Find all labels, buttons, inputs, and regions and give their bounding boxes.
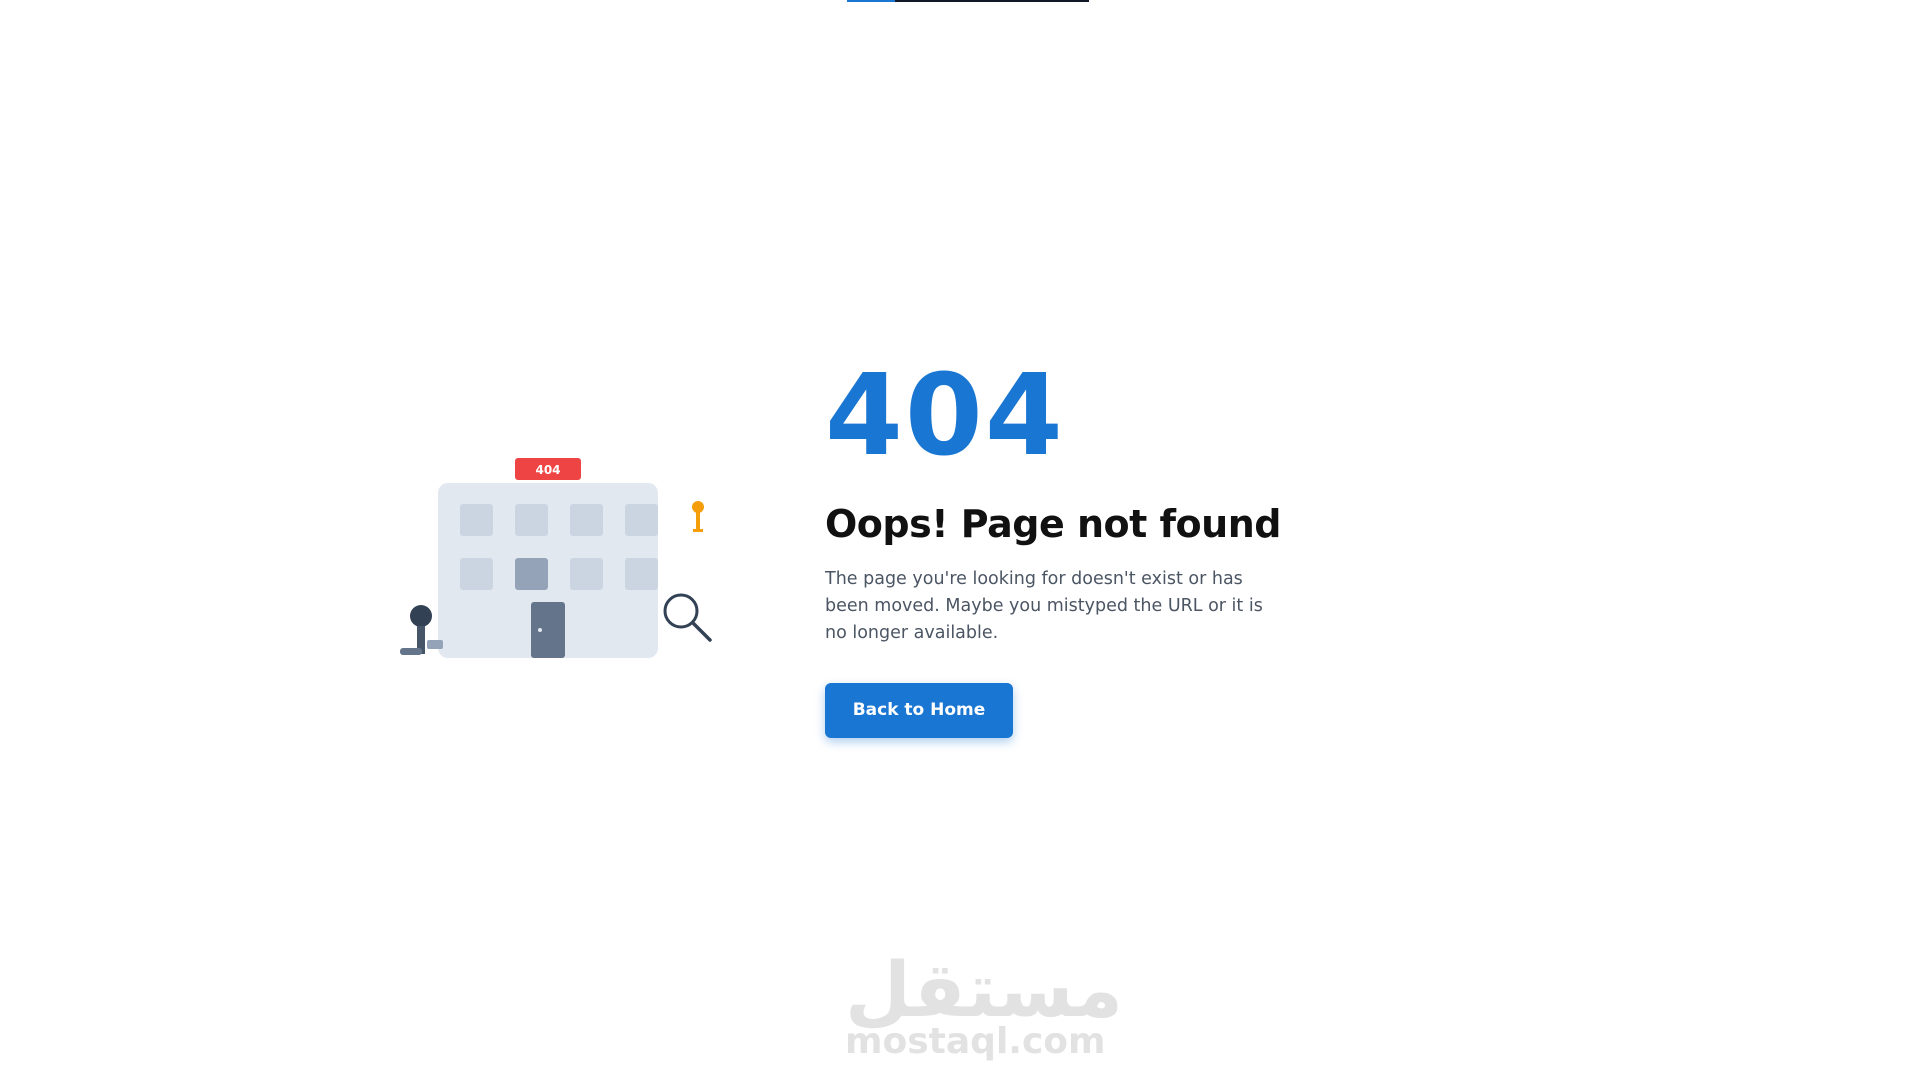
building-window [460,504,493,536]
error-code: 404 [825,351,1065,481]
building-window [515,558,548,590]
building-window [515,504,548,536]
error-headline: Oops! Page not found [825,502,1281,546]
watermark-logo: مستقل mostaql.com [845,945,1123,1062]
building-window [460,558,493,590]
back-to-home-button[interactable]: Back to Home [825,683,1013,738]
building-window [570,558,603,590]
page: 404 404 Oops! Page not found The page yo… [0,0,1920,1080]
watermark-arabic: مستقل [845,945,1123,1034]
error-badge-text: 404 [535,463,560,477]
top-progress-bar [847,0,1089,2]
building-door [531,602,565,658]
watermark-latin: mostaql.com [845,1021,1106,1062]
magnifier-icon [663,593,712,642]
building-icon: 404 [400,458,712,658]
building-window [570,504,603,536]
error-content: 404 Oops! Page not found The page you're… [825,360,1285,738]
top-progress-accent [847,0,895,2]
door-knob [538,628,542,632]
person-icon [400,605,443,655]
key-icon [692,501,704,532]
building-window [625,558,658,590]
error-message: The page you're looking for doesn't exis… [825,569,1263,643]
building-window [625,504,658,536]
